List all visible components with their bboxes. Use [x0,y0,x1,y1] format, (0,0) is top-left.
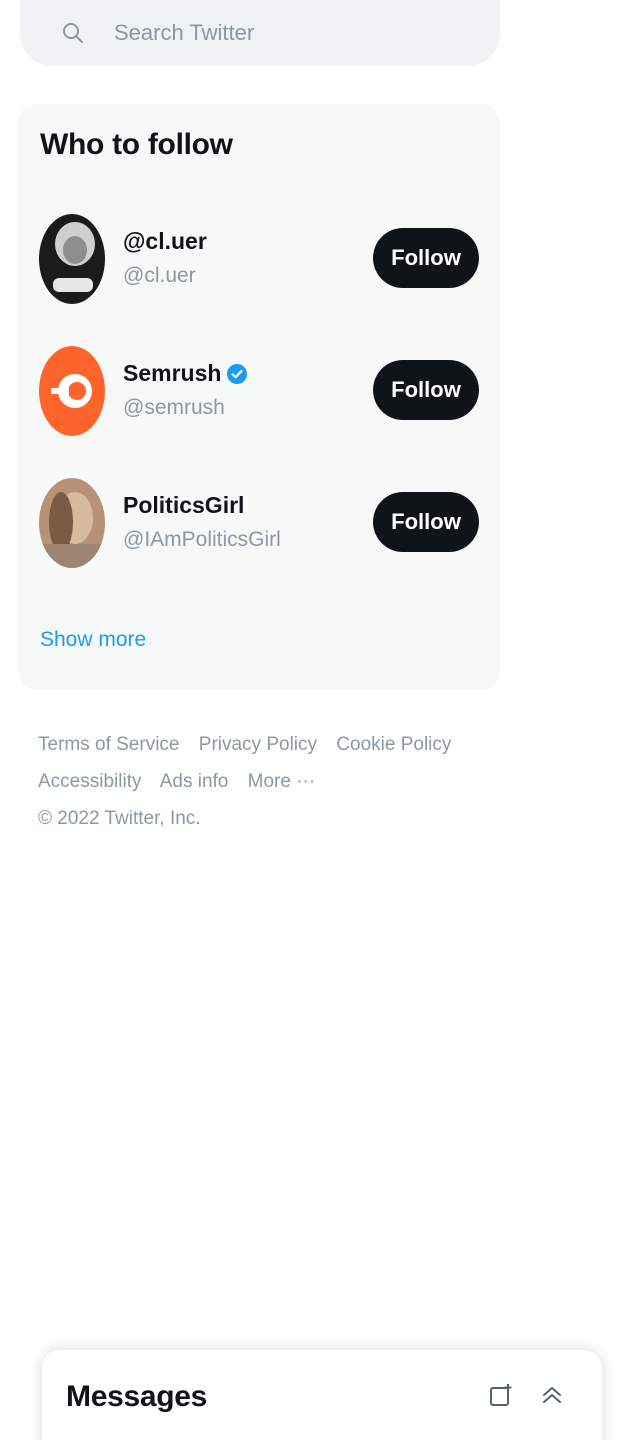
footer-link-ads-info[interactable]: Ads info [160,771,229,792]
collapse-chevron-icon[interactable] [537,1380,567,1410]
footer-link-terms[interactable]: Terms of Service [38,734,179,755]
messages-drawer[interactable]: Messages [42,1350,602,1440]
account-name[interactable]: @cl.uer [123,228,207,255]
copyright-text: © 2022 Twitter, Inc. [38,808,201,829]
follow-button[interactable]: Follow [373,228,479,288]
footer: Terms of Service Privacy Policy Cookie P… [38,726,498,837]
follow-suggestion-row[interactable]: PoliticsGirl @IAmPoliticsGirl Follow [18,478,500,598]
show-more-link[interactable]: Show more [40,628,146,652]
footer-links-row: Terms of Service Privacy Policy Cookie P… [38,726,498,763]
footer-link-accessibility[interactable]: Accessibility [38,771,141,792]
avatar[interactable] [39,478,105,568]
page: Who to follow @cl.uer @cl.uer Follow [0,0,635,1440]
search-bar[interactable] [20,0,500,66]
footer-link-cookie[interactable]: Cookie Policy [336,734,451,755]
who-to-follow-panel: Who to follow @cl.uer @cl.uer Follow Sem… [18,104,500,690]
footer-links-row: Accessibility Ads info More ··· [38,763,498,800]
account-name[interactable]: PoliticsGirl [123,492,244,519]
avatar[interactable] [39,346,105,436]
account-handle: @semrush [123,396,225,419]
account-handle: @IAmPoliticsGirl [123,528,281,551]
search-icon [60,20,86,46]
follow-suggestion-row[interactable]: Semrush @semrush Follow [18,346,500,466]
account-name[interactable]: Semrush [123,360,248,387]
follow-button[interactable]: Follow [373,360,479,420]
new-message-icon[interactable] [486,1380,516,1410]
footer-link-more[interactable]: More ··· [248,771,316,792]
account-handle: @cl.uer [123,264,196,287]
follow-suggestion-row[interactable]: @cl.uer @cl.uer Follow [18,214,500,334]
footer-link-privacy[interactable]: Privacy Policy [199,734,317,755]
who-to-follow-title: Who to follow [40,128,233,161]
search-input[interactable] [112,19,476,47]
verified-badge-icon [227,363,248,384]
messages-title[interactable]: Messages [66,1380,207,1414]
avatar[interactable] [39,214,105,304]
follow-button[interactable]: Follow [373,492,479,552]
